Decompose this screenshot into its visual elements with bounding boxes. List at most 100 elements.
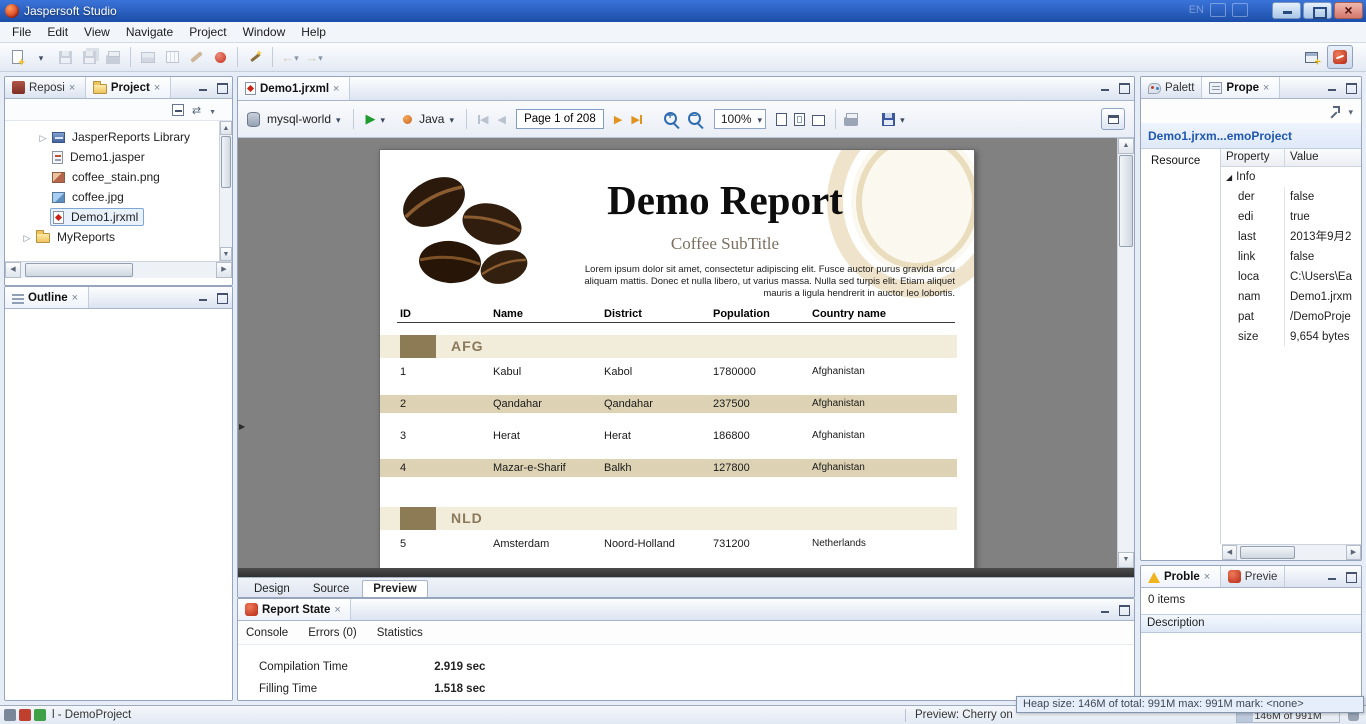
tab-preview-view[interactable]: Previe <box>1221 566 1286 587</box>
minimize-view-button[interactable] <box>196 81 211 94</box>
tab-outline[interactable]: Outline <box>5 287 89 308</box>
print-button[interactable] <box>102 46 124 68</box>
expand-arrow-icon[interactable] <box>38 130 48 144</box>
editor-corner-button[interactable] <box>1101 108 1125 130</box>
property-row[interactable]: link false <box>1221 247 1361 267</box>
next-page-button[interactable] <box>614 112 622 126</box>
minimize-window-button[interactable] <box>1272 2 1301 19</box>
property-row[interactable]: last 2013年9月2 <box>1221 227 1361 247</box>
scroll-right-icon[interactable] <box>1346 545 1361 560</box>
scroll-left-icon[interactable] <box>1222 545 1237 560</box>
sash-arrow-icon[interactable] <box>239 418 245 432</box>
close-window-button[interactable] <box>1334 2 1363 19</box>
back-button[interactable] <box>279 46 301 68</box>
tree-item-jasperreports-library[interactable]: JasperReports Library <box>5 127 219 147</box>
jaspersoft-perspective-button[interactable] <box>1327 45 1353 69</box>
tab-errors[interactable]: Errors (0) <box>308 627 357 639</box>
scrollbar-thumb[interactable] <box>1119 155 1133 247</box>
maximize-view-button[interactable] <box>1343 81 1358 94</box>
new-wizard-button[interactable] <box>6 46 28 68</box>
language-bar[interactable]: EN <box>1189 3 1248 17</box>
report-vertical-scrollbar[interactable] <box>1117 138 1134 568</box>
property-row[interactable]: pat /DemoProje <box>1221 307 1361 327</box>
menu-project[interactable]: Project <box>181 23 234 41</box>
goto-resource-icon[interactable] <box>1329 106 1340 117</box>
menu-file[interactable]: File <box>4 23 39 41</box>
edit-tool-button[interactable] <box>185 46 207 68</box>
scrollbar-thumb[interactable] <box>1240 546 1295 559</box>
scrollbar-thumb[interactable] <box>221 136 231 188</box>
minimize-view-button[interactable] <box>1098 603 1113 616</box>
ime-icon[interactable] <box>1210 3 1226 17</box>
menu-edit[interactable]: Edit <box>39 23 76 41</box>
zoom-in-icon[interactable] <box>664 112 677 125</box>
tab-palette[interactable]: Palett <box>1141 77 1202 98</box>
maximize-view-button[interactable] <box>1343 570 1358 583</box>
save-button[interactable] <box>54 46 76 68</box>
menu-navigate[interactable]: Navigate <box>118 23 181 41</box>
expand-arrow-icon[interactable] <box>22 230 32 244</box>
close-tab-icon[interactable] <box>72 292 81 304</box>
tab-repository-explorer[interactable]: Reposi <box>5 77 86 98</box>
tree-item-myreports[interactable]: MyReports <box>5 227 219 247</box>
page-indicator-input[interactable] <box>516 109 604 129</box>
column-value[interactable]: Value <box>1285 149 1324 166</box>
scroll-down-icon[interactable] <box>1118 552 1134 568</box>
export-report-button[interactable] <box>878 110 909 128</box>
resource-tab[interactable]: Resource <box>1151 155 1200 167</box>
close-tab-icon[interactable] <box>334 604 343 616</box>
menu-help[interactable]: Help <box>293 23 334 41</box>
print-report-icon[interactable] <box>844 117 858 126</box>
property-row[interactable]: edi true <box>1221 207 1361 227</box>
tab-properties[interactable]: Prope <box>1202 77 1280 98</box>
column-property[interactable]: Property <box>1221 149 1285 166</box>
description-column-header[interactable]: Description <box>1141 614 1361 633</box>
tab-problems[interactable]: Proble <box>1141 566 1221 587</box>
maximize-window-button[interactable] <box>1303 2 1332 19</box>
actual-size-icon[interactable] <box>776 113 787 126</box>
forward-button[interactable] <box>303 46 325 68</box>
tab-preview[interactable]: Preview <box>362 580 427 598</box>
scroll-down-icon[interactable] <box>220 247 232 261</box>
minimize-view-button[interactable] <box>1325 81 1340 94</box>
close-tab-icon[interactable] <box>333 83 342 95</box>
maximize-view-button[interactable] <box>1116 81 1131 94</box>
close-tab-icon[interactable] <box>154 82 163 94</box>
explorer-horizontal-scrollbar[interactable] <box>5 261 232 278</box>
menu-view[interactable]: View <box>76 23 118 41</box>
scroll-right-icon[interactable] <box>216 262 232 278</box>
link-with-editor-icon[interactable] <box>192 103 201 117</box>
language-combo[interactable]: Java <box>415 110 458 128</box>
tab-report-state[interactable]: Report State <box>238 599 351 620</box>
fit-page-icon[interactable] <box>794 113 805 126</box>
datasource-combo[interactable]: mysql-world <box>263 110 345 128</box>
tab-source[interactable]: Source <box>303 581 359 597</box>
maximize-view-button[interactable] <box>214 81 229 94</box>
tree-item-coffee-stain-png[interactable]: coffee_stain.png <box>5 167 219 187</box>
scrollbar-thumb[interactable] <box>25 263 133 277</box>
collapse-all-icon[interactable] <box>172 104 184 116</box>
property-row[interactable]: loca C:\Users\Ea <box>1221 267 1361 287</box>
new-wizard-dropdown[interactable] <box>30 46 52 68</box>
tab-demo1-jrxml-editor[interactable]: Demo1.jrxml <box>238 77 350 100</box>
tree-item-coffee-jpg[interactable]: coffee.jpg <box>5 187 219 207</box>
property-row[interactable]: der false <box>1221 187 1361 207</box>
info-section-row[interactable]: Info <box>1221 167 1361 187</box>
property-row[interactable]: size 9,654 bytes <box>1221 327 1361 347</box>
run-report-button[interactable] <box>362 109 390 129</box>
scroll-left-icon[interactable] <box>5 262 21 278</box>
open-perspective-button[interactable] <box>1300 46 1322 68</box>
expanded-arrow-icon[interactable] <box>1226 167 1232 188</box>
tab-design[interactable]: Design <box>244 581 300 597</box>
property-row[interactable]: nam Demo1.jrxm <box>1221 287 1361 307</box>
fit-width-icon[interactable] <box>812 115 825 126</box>
scroll-up-icon[interactable] <box>220 121 232 135</box>
tab-console[interactable]: Console <box>246 627 288 639</box>
last-page-button[interactable] <box>631 112 641 126</box>
first-page-button[interactable] <box>478 112 488 126</box>
previous-page-button[interactable] <box>497 112 505 126</box>
tree-item-demo1-jrxml[interactable]: Demo1.jrxml <box>5 207 219 227</box>
save-all-button[interactable] <box>78 46 100 68</box>
minimize-view-button[interactable] <box>1098 81 1113 94</box>
tab-statistics[interactable]: Statistics <box>377 627 423 639</box>
